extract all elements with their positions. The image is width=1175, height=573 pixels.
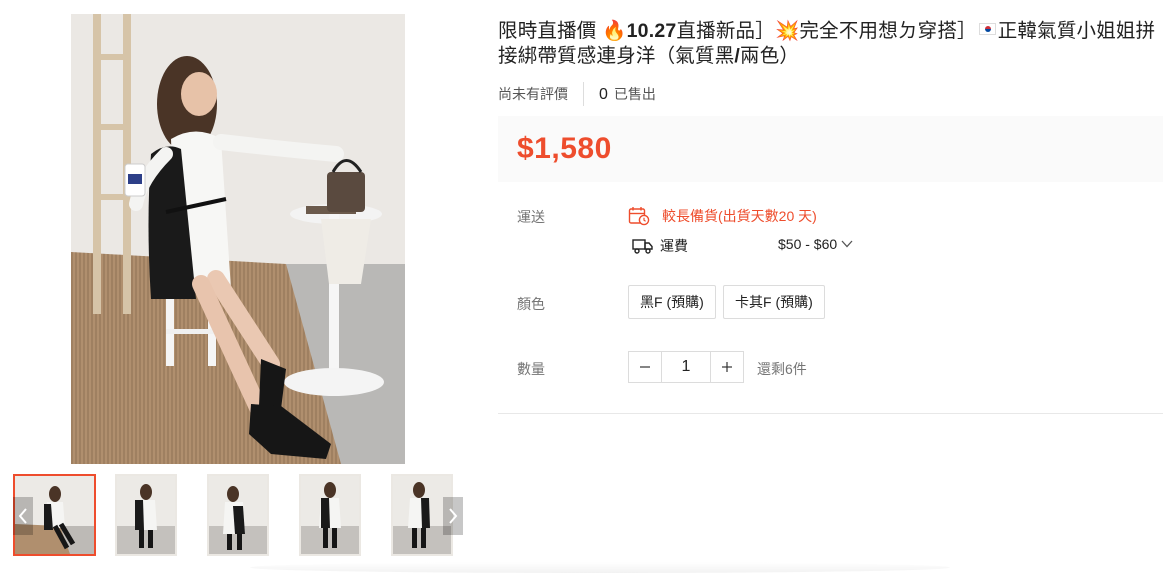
title-text-3: 完全不用想ㄉ穿搭］ [799,20,977,42]
title-text-5: 兩色） [740,45,800,67]
bottom-shadow [250,562,950,573]
rating-sold-row: 尚未有評價 0 已售出 [498,82,656,106]
gallery-prev-button[interactable] [13,497,33,535]
price-box: $1,580 [498,116,1163,182]
product-price: $1,580 [517,132,612,165]
chevron-down-icon [841,240,853,248]
stock-remaining: 還剩6件 [757,361,807,377]
product-title: 限時直播價 🔥10.27直播新品］💥完全不用想ㄉ穿搭］ 正韓氣質小姐姐拼接綁帶質感… [498,19,1168,69]
shipping-label: 運送 [517,209,545,225]
minus-icon [640,366,650,368]
sold-label: 已售出 [613,86,656,102]
shipping-fee-label: 運費 [660,238,688,254]
main-product-image[interactable] [71,14,405,464]
quantity-label: 數量 [517,361,545,377]
sold-count: 0 [599,86,608,103]
preorder-text: 較長備貨(出貨天數20 天) [662,208,817,224]
thumbnail-3[interactable] [207,474,269,556]
shipping-fee-dropdown[interactable]: $50 - $60 [778,236,853,252]
title-text-1: 限時直播價 [498,20,603,42]
quantity-input[interactable]: 1 [661,352,711,382]
truck-icon [632,239,653,254]
plus-icon [722,362,732,372]
color-label: 顏色 [517,296,545,312]
thumbnail-strip [13,474,465,556]
preorder-notice: 較長備貨(出貨天數20 天) [628,206,817,226]
fire-icon: 🔥 [602,20,627,42]
sold-info: 0 已售出 [584,84,656,104]
chevron-right-icon [449,508,458,524]
title-text-2: 直播新品］ [676,20,775,42]
quantity-decrease-button[interactable] [629,352,661,382]
calendar-clock-icon [628,207,650,226]
rating-text: 尚未有評價 [498,82,584,106]
korea-flag-icon [978,23,996,35]
chevron-left-icon [18,508,27,524]
thumbnail-4[interactable] [299,474,361,556]
section-divider [498,413,1163,414]
quantity-stepper: 1 [628,351,744,383]
color-option-black[interactable]: 黑F (預購) [628,285,716,319]
collision-icon: 💥 [774,20,800,42]
title-text-bold: 10.27 [626,20,677,42]
quantity-increase-button[interactable] [711,352,743,382]
gallery-next-button[interactable] [443,497,463,535]
shipping-fee-row: 運費 [632,236,688,256]
shipping-fee-range: $50 - $60 [778,236,838,252]
thumbnail-2[interactable] [115,474,177,556]
color-option-khaki[interactable]: 卡其F (預購) [723,285,825,319]
